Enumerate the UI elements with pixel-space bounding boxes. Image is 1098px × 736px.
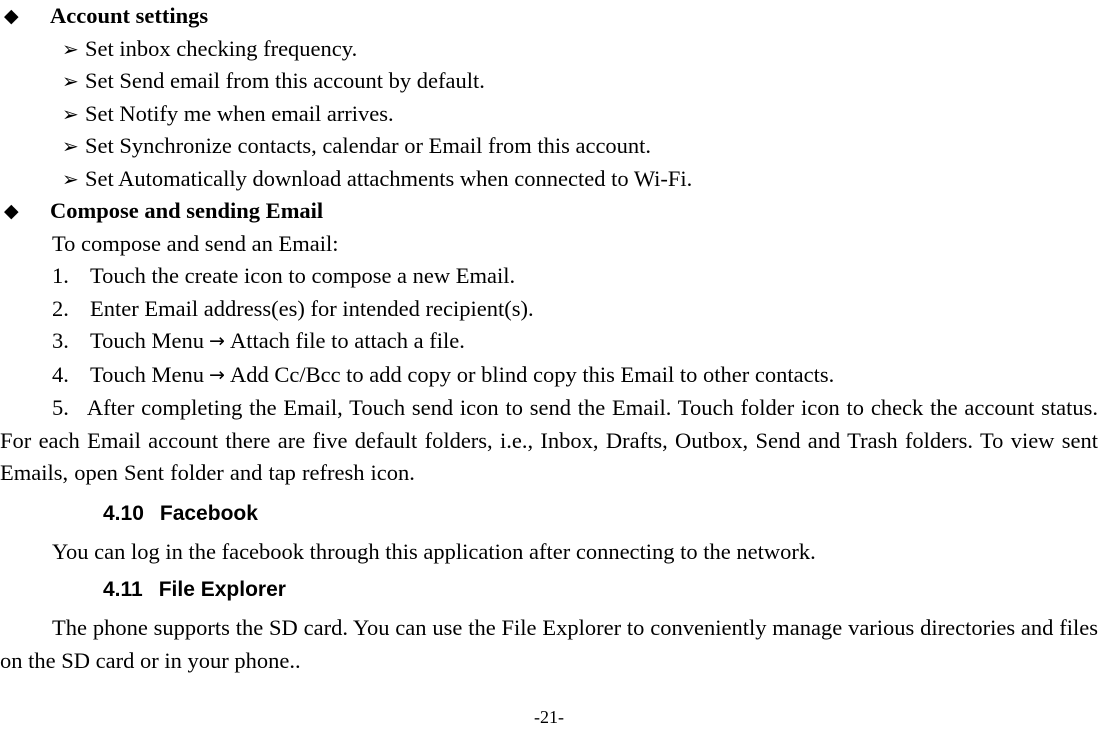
list-number: 3.	[52, 328, 69, 353]
numbered-list-item-text-before: Touch Menu	[90, 361, 205, 387]
arrowhead-bullet-icon: ➢	[62, 166, 79, 191]
numbered-list-item: 1. Touch the create icon to compose a ne…	[0, 260, 1098, 293]
section-heading-facebook: 4.10 Facebook	[0, 498, 1098, 530]
bullet-heading-text: Compose and sending Email	[50, 198, 324, 223]
list-number: 2.	[52, 295, 69, 321]
numbered-list-item-text: Touch the create icon to compose a new E…	[90, 263, 516, 288]
bullet-heading-compose-and-sending-email: ◆ Compose and sending Email	[0, 195, 1098, 228]
numbered-list-item-text-after: Attach file to attach a file.	[229, 328, 465, 353]
diamond-bullet-icon: ◆	[4, 5, 19, 27]
section-title: File Explorer	[158, 578, 286, 601]
list-item-text: Set Automatically download attachments w…	[85, 165, 693, 191]
list-item: ➢ Set Synchronize contacts, calendar or …	[0, 130, 1098, 163]
list-number: 4.	[52, 361, 69, 387]
numbered-list-item-text-before: Touch Menu	[90, 328, 205, 353]
list-item-text: Set inbox checking frequency.	[85, 35, 358, 61]
list-item: ➢ Set Send email from this account by de…	[0, 65, 1098, 98]
bullet-heading-text: Account settings	[50, 3, 209, 28]
numbered-paragraph: 5. After completing the Email, Touch send…	[0, 392, 1098, 490]
arrowhead-bullet-icon: ➢	[62, 101, 79, 126]
numbered-list-item: 4. Touch Menu → Add Cc/Bcc to add copy or …	[0, 359, 1098, 393]
diamond-bullet-icon: ◆	[4, 200, 19, 222]
section-number: 4.10	[103, 501, 144, 525]
list-item-text: Set Send email from this account by defa…	[85, 68, 485, 93]
right-arrow-icon: →	[209, 330, 225, 352]
bullet-heading-account-settings: ◆ Account settings	[0, 0, 1098, 33]
list-number: 1.	[52, 263, 69, 288]
list-item: ➢ Set inbox checking frequency.	[0, 33, 1098, 66]
intro-line: To compose and send an Email:	[52, 230, 339, 256]
numbered-list-item-text-after: Add Cc/Bcc to add copy or blind copy thi…	[229, 361, 835, 387]
list-item: ➢ Set Notify me when email arrives.	[0, 98, 1098, 131]
paragraph-facebook: You can log in the facebook through this…	[52, 538, 816, 564]
list-item-text: Set Notify me when email arrives.	[85, 100, 394, 126]
document-page: ◆ Account settings ➢ Set inbox checking …	[0, 0, 1098, 736]
section-title: Facebook	[159, 501, 258, 525]
numbered-paragraph-text: After completing the Email, Touch send i…	[0, 395, 1098, 485]
section-number: 4.11	[103, 578, 143, 601]
arrowhead-bullet-icon: ➢	[62, 134, 79, 158]
paragraph-file-explorer: The phone supports the SD card. You can …	[0, 615, 1098, 673]
numbered-list-item: 2. Enter Email address(es) for intended …	[0, 293, 1098, 326]
numbered-list-item-text: Enter Email address(es) for intended rec…	[90, 295, 534, 321]
section-heading-file-explorer: 4.11 File Explorer	[0, 574, 1098, 606]
numbered-list-item: 3. Touch Menu → Attach file to attach a fi…	[0, 325, 1098, 359]
list-item: ➢ Set Automatically download attachments…	[0, 163, 1098, 196]
list-item-text: Set Synchronize contacts, calendar or Em…	[85, 133, 652, 158]
arrowhead-bullet-icon: ➢	[62, 36, 79, 61]
page-number: -21-	[534, 707, 564, 727]
arrowhead-bullet-icon: ➢	[62, 69, 79, 93]
list-number: 5.	[52, 395, 69, 420]
right-arrow-icon: →	[209, 363, 225, 386]
